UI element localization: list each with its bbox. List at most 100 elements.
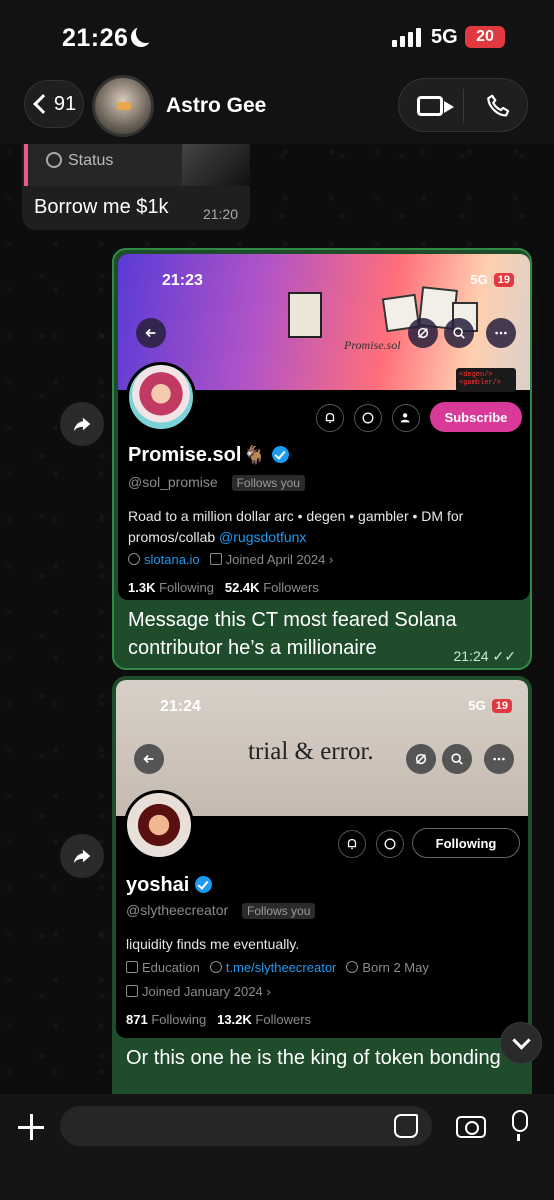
profile-avatar [126, 362, 196, 432]
sketch-frame-image [288, 292, 322, 338]
shot-network: 5G [468, 698, 486, 713]
follows-you-badge: Follows you [242, 903, 316, 919]
message-time: 21:24 ✓✓ [453, 648, 516, 664]
scroll-to-bottom-button[interactable] [500, 1022, 542, 1064]
plus-icon[interactable] [18, 1114, 44, 1140]
briefcase-icon [126, 961, 138, 973]
grok-icon [415, 753, 427, 765]
profile-bio: Road to a million dollar arc • degen • g… [128, 508, 464, 545]
unread-count: 91 [53, 92, 77, 115]
arrow-left-icon [143, 754, 154, 764]
camera-icon[interactable] [456, 1116, 486, 1138]
shot-message-button [376, 830, 404, 858]
forward-button[interactable] [60, 402, 104, 446]
link-icon [209, 961, 222, 973]
read-ticks-icon: ✓✓ [492, 648, 516, 664]
message-time: 21:20 [202, 206, 238, 222]
shot-grok-button [406, 744, 436, 774]
bell-plus-icon [325, 412, 335, 424]
link-icon [128, 553, 140, 565]
chevron-left-icon [32, 94, 53, 114]
call-actions [398, 78, 528, 132]
profile-handle-row: @sol_promise Follows you [128, 474, 305, 491]
chat-bubble-icon [362, 412, 374, 424]
moon-icon [136, 23, 156, 43]
quote-label: Status [68, 152, 114, 169]
search-icon [451, 753, 463, 765]
calendar-icon [209, 553, 222, 565]
shot-search-button [444, 318, 474, 348]
profile-handle: @sol_promise [128, 474, 218, 490]
user-check-icon [400, 413, 410, 423]
profile-handle: @slytheecreator [126, 902, 229, 918]
shot-back-button [136, 318, 166, 348]
banner-script: Promise.sol [344, 338, 401, 352]
follows-you-badge: Follows you [231, 475, 305, 491]
shot-more-button [486, 318, 516, 348]
profile-meta: Education t.me/slytheecreator Born 2 May [126, 960, 429, 975]
more-icon [493, 757, 505, 761]
message-input[interactable] [60, 1106, 432, 1146]
outgoing-message[interactable]: 21:24 5G 19 trial & error. Following yos… [112, 676, 532, 1106]
signal-icon [392, 28, 421, 47]
verified-badge-icon [195, 876, 213, 893]
forward-button[interactable] [60, 834, 104, 878]
search-icon [453, 327, 465, 339]
bio-link: @rugsdotfunx [219, 529, 307, 545]
shot-search-button [442, 744, 472, 774]
profile-name: yoshai [126, 874, 213, 897]
contact-name[interactable]: Astro Gee [166, 94, 266, 118]
profile-name: Promise.sol 🐐 [128, 444, 289, 467]
shot-message-button [354, 404, 382, 432]
network-label: 5G [431, 26, 458, 48]
microphone-icon[interactable] [512, 1110, 528, 1141]
shot-notify-button [316, 404, 344, 432]
calendar-icon [126, 985, 138, 997]
chat-header: 91 Astro Gee [0, 72, 554, 144]
forward-icon [73, 417, 91, 432]
category-item: Education [126, 960, 200, 975]
joined-item: Joined January 2024 › [126, 984, 271, 999]
arrow-left-icon [145, 328, 156, 338]
sticker-icon[interactable] [394, 1114, 418, 1138]
shot-grok-button [408, 318, 438, 348]
chat-screen: 21:26 5G 20 91 Astro Gee Status Borrow m… [0, 0, 554, 1200]
status-time: 21:26 [62, 24, 129, 52]
shot-status-icons: 5G 19 [468, 698, 512, 713]
shot-subscribe-button: Subscribe [430, 402, 522, 432]
message-caption: Message this CT most feared Solana contr… [128, 609, 457, 659]
divider [463, 89, 464, 123]
shot-following-button: Following [412, 828, 520, 858]
message-text: Borrow me $1k [34, 196, 169, 218]
shot-back-button [134, 744, 164, 774]
chat-bubble-icon [384, 838, 396, 850]
profile-screenshot[interactable]: 21:23 5G 19 Promise.sol <degen/> <gamble… [118, 254, 530, 600]
joined-item: Joined April 2024 › [209, 552, 333, 567]
shot-more-button [484, 744, 514, 774]
incoming-message[interactable]: Status Borrow me $1k 21:20 [22, 144, 250, 230]
profile-avatar [124, 790, 194, 860]
contact-avatar[interactable] [92, 75, 154, 137]
forward-icon [73, 849, 91, 864]
bell-plus-icon [347, 838, 357, 850]
video-call-icon[interactable] [417, 96, 454, 116]
quote-accent-bar [24, 144, 28, 186]
phone-icon[interactable] [485, 93, 511, 119]
more-icon [495, 331, 507, 335]
outgoing-message[interactable]: 21:23 5G 19 Promise.sol <degen/> <gamble… [112, 248, 532, 670]
message-caption: Or this one he is the king of token bond… [126, 1047, 501, 1069]
status-bar: 21:26 5G 20 [0, 0, 554, 72]
profile-stats: 871 Following 13.2K Followers [126, 1012, 312, 1027]
back-button[interactable]: 91 [24, 80, 84, 128]
verified-badge-icon [271, 446, 289, 463]
composer-bar [0, 1094, 554, 1200]
shot-battery: 19 [493, 272, 514, 287]
born-item: Born 2 May [346, 960, 429, 975]
goat-emoji-icon: 🐐 [243, 445, 266, 465]
profile-meta: slotana.io Joined April 2024 › [128, 552, 333, 567]
shot-time: 21:24 [160, 698, 201, 715]
status-reply-quote[interactable]: Status [24, 144, 250, 186]
profile-screenshot[interactable]: 21:24 5G 19 trial & error. Following yos… [116, 680, 528, 1038]
shot-notify-button [338, 830, 366, 858]
profile-stats: 1.3K Following 52.4K Followers [128, 580, 319, 595]
